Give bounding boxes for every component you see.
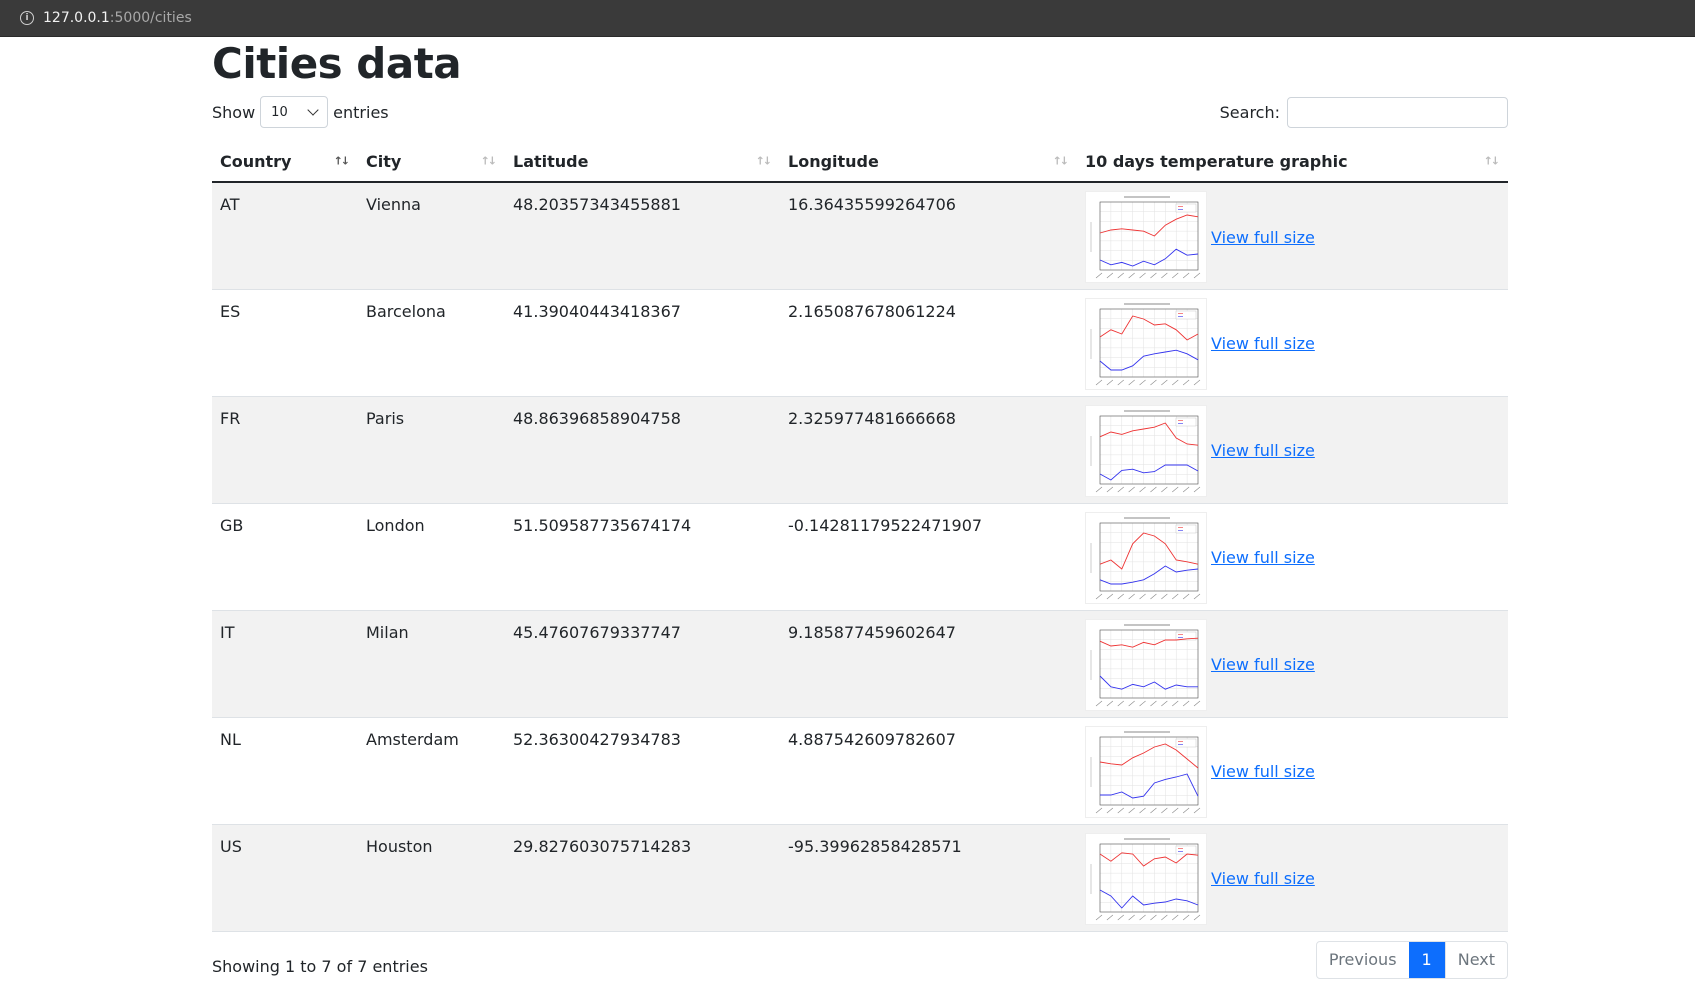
- cell-graphic: View full size: [1077, 289, 1508, 397]
- cell-longitude: 16.36435599264706: [780, 182, 1077, 290]
- pagination: Previous 1 Next: [1315, 940, 1508, 979]
- sort-icon: ↑↓: [755, 154, 773, 168]
- previous-page-button[interactable]: Previous: [1317, 942, 1409, 978]
- table-row: US Houston 29.827603075714283 -95.399628…: [212, 824, 1508, 932]
- temperature-thumbnail[interactable]: [1085, 511, 1207, 604]
- address-bar[interactable]: i 127.0.0.1:5000/cities: [0, 0, 1695, 37]
- table-row: AT Vienna 48.20357343455881 16.364355992…: [212, 182, 1508, 290]
- cell-longitude: 4.887542609782607: [780, 717, 1077, 825]
- table-row: GB London 51.509587735674174 -0.14281179…: [212, 503, 1508, 611]
- cell-graphic: View full size: [1077, 503, 1508, 611]
- cell-country: GB: [212, 503, 358, 611]
- view-full-size-link[interactable]: View full size: [1211, 869, 1315, 888]
- page-length-value: 10: [271, 104, 288, 120]
- cell-country: NL: [212, 717, 358, 825]
- cell-country: IT: [212, 610, 358, 718]
- site-info-icon[interactable]: i: [20, 11, 34, 25]
- cell-country: FR: [212, 396, 358, 504]
- entries-label: entries: [333, 102, 389, 122]
- table-row: FR Paris 48.86396858904758 2.32597748166…: [212, 396, 1508, 504]
- cell-country: AT: [212, 182, 358, 290]
- cell-latitude: 29.827603075714283: [505, 824, 780, 932]
- cell-latitude: 45.47607679337747: [505, 610, 780, 718]
- temperature-thumbnail[interactable]: [1085, 297, 1207, 390]
- column-header-longitude[interactable]: Longitude ↑↓: [780, 141, 1077, 184]
- temperature-thumbnail[interactable]: [1085, 191, 1207, 284]
- table-header-row: Country ↑↓ City ↑↓ Latitude ↑↓ Longitude ↑↓ …: [212, 141, 1508, 184]
- temperature-thumbnail[interactable]: [1085, 832, 1207, 925]
- cell-city: Barcelona: [358, 289, 505, 397]
- cities-table: Country ↑↓ City ↑↓ Latitude ↑↓ Longitude ↑↓ …: [212, 141, 1508, 932]
- temperature-thumbnail[interactable]: [1085, 725, 1207, 818]
- cell-longitude: -95.39962858428571: [780, 824, 1077, 932]
- search-input[interactable]: [1287, 96, 1508, 128]
- cell-latitude: 41.39040443418367: [505, 289, 780, 397]
- cell-city: Milan: [358, 610, 505, 718]
- search-control: Search:: [1219, 96, 1508, 128]
- table-info: Showing 1 to 7 of 7 entries: [212, 957, 428, 977]
- cell-longitude: 2.165087678061224: [780, 289, 1077, 397]
- view-full-size-link[interactable]: View full size: [1211, 762, 1315, 781]
- view-full-size-link[interactable]: View full size: [1211, 334, 1315, 353]
- chevron-down-icon: [307, 104, 319, 117]
- url-host: 127.0.0.1: [43, 10, 110, 26]
- cell-graphic: View full size: [1077, 717, 1508, 825]
- next-page-button[interactable]: Next: [1444, 941, 1507, 978]
- page-length-select[interactable]: 10: [260, 96, 329, 129]
- temperature-thumbnail[interactable]: [1085, 618, 1207, 711]
- cell-graphic: View full size: [1077, 182, 1508, 290]
- view-full-size-link[interactable]: View full size: [1211, 441, 1315, 460]
- page-1-button[interactable]: 1: [1408, 941, 1445, 978]
- sort-icon: ↑↓: [1052, 154, 1070, 168]
- cell-graphic: View full size: [1077, 396, 1508, 504]
- column-header-city[interactable]: City ↑↓: [358, 141, 505, 184]
- column-header-temperature-graphic[interactable]: 10 days temperature graphic ↑↓: [1077, 141, 1508, 184]
- view-full-size-link[interactable]: View full size: [1211, 655, 1315, 674]
- page-length-control: Show 10 entries: [212, 96, 389, 129]
- cell-country: ES: [212, 289, 358, 397]
- view-full-size-link[interactable]: View full size: [1211, 228, 1315, 247]
- main-container: Cities data Show 10 entries Search: Coun…: [212, 37, 1508, 979]
- search-label: Search:: [1219, 102, 1280, 122]
- sort-icon: ↑↓: [1483, 154, 1501, 168]
- cell-latitude: 52.36300427934783: [505, 717, 780, 825]
- column-header-latitude[interactable]: Latitude ↑↓: [505, 141, 780, 184]
- cell-latitude: 48.20357343455881: [505, 182, 780, 290]
- table-row: IT Milan 45.47607679337747 9.18587745960…: [212, 610, 1508, 718]
- cell-city: Amsterdam: [358, 717, 505, 825]
- cell-city: Houston: [358, 824, 505, 932]
- cell-graphic: View full size: [1077, 610, 1508, 718]
- cell-city: Vienna: [358, 182, 505, 290]
- cell-country: US: [212, 824, 358, 932]
- temperature-thumbnail[interactable]: [1085, 404, 1207, 497]
- sort-icon: ↑↓: [333, 154, 351, 168]
- cell-city: London: [358, 503, 505, 611]
- cell-city: Paris: [358, 396, 505, 504]
- table-row: ES Barcelona 41.39040443418367 2.1650876…: [212, 289, 1508, 397]
- table-row: NL Amsterdam 52.36300427934783 4.8875426…: [212, 717, 1508, 825]
- url-path: :5000/cities: [109, 10, 192, 26]
- table-controls: Show 10 entries Search:: [212, 94, 1508, 130]
- view-full-size-link[interactable]: View full size: [1211, 548, 1315, 567]
- sort-icon: ↑↓: [480, 154, 498, 168]
- cell-longitude: -0.14281179522471907: [780, 503, 1077, 611]
- column-header-country[interactable]: Country ↑↓: [212, 141, 358, 184]
- cell-latitude: 48.86396858904758: [505, 396, 780, 504]
- page-title: Cities data: [212, 39, 462, 88]
- cell-latitude: 51.509587735674174: [505, 503, 780, 611]
- cell-longitude: 2.325977481666668: [780, 396, 1077, 504]
- table-footer: Showing 1 to 7 of 7 entries Previous 1 N…: [212, 940, 1508, 979]
- cell-longitude: 9.185877459602647: [780, 610, 1077, 718]
- show-label: Show: [212, 102, 256, 122]
- cell-graphic: View full size: [1077, 824, 1508, 932]
